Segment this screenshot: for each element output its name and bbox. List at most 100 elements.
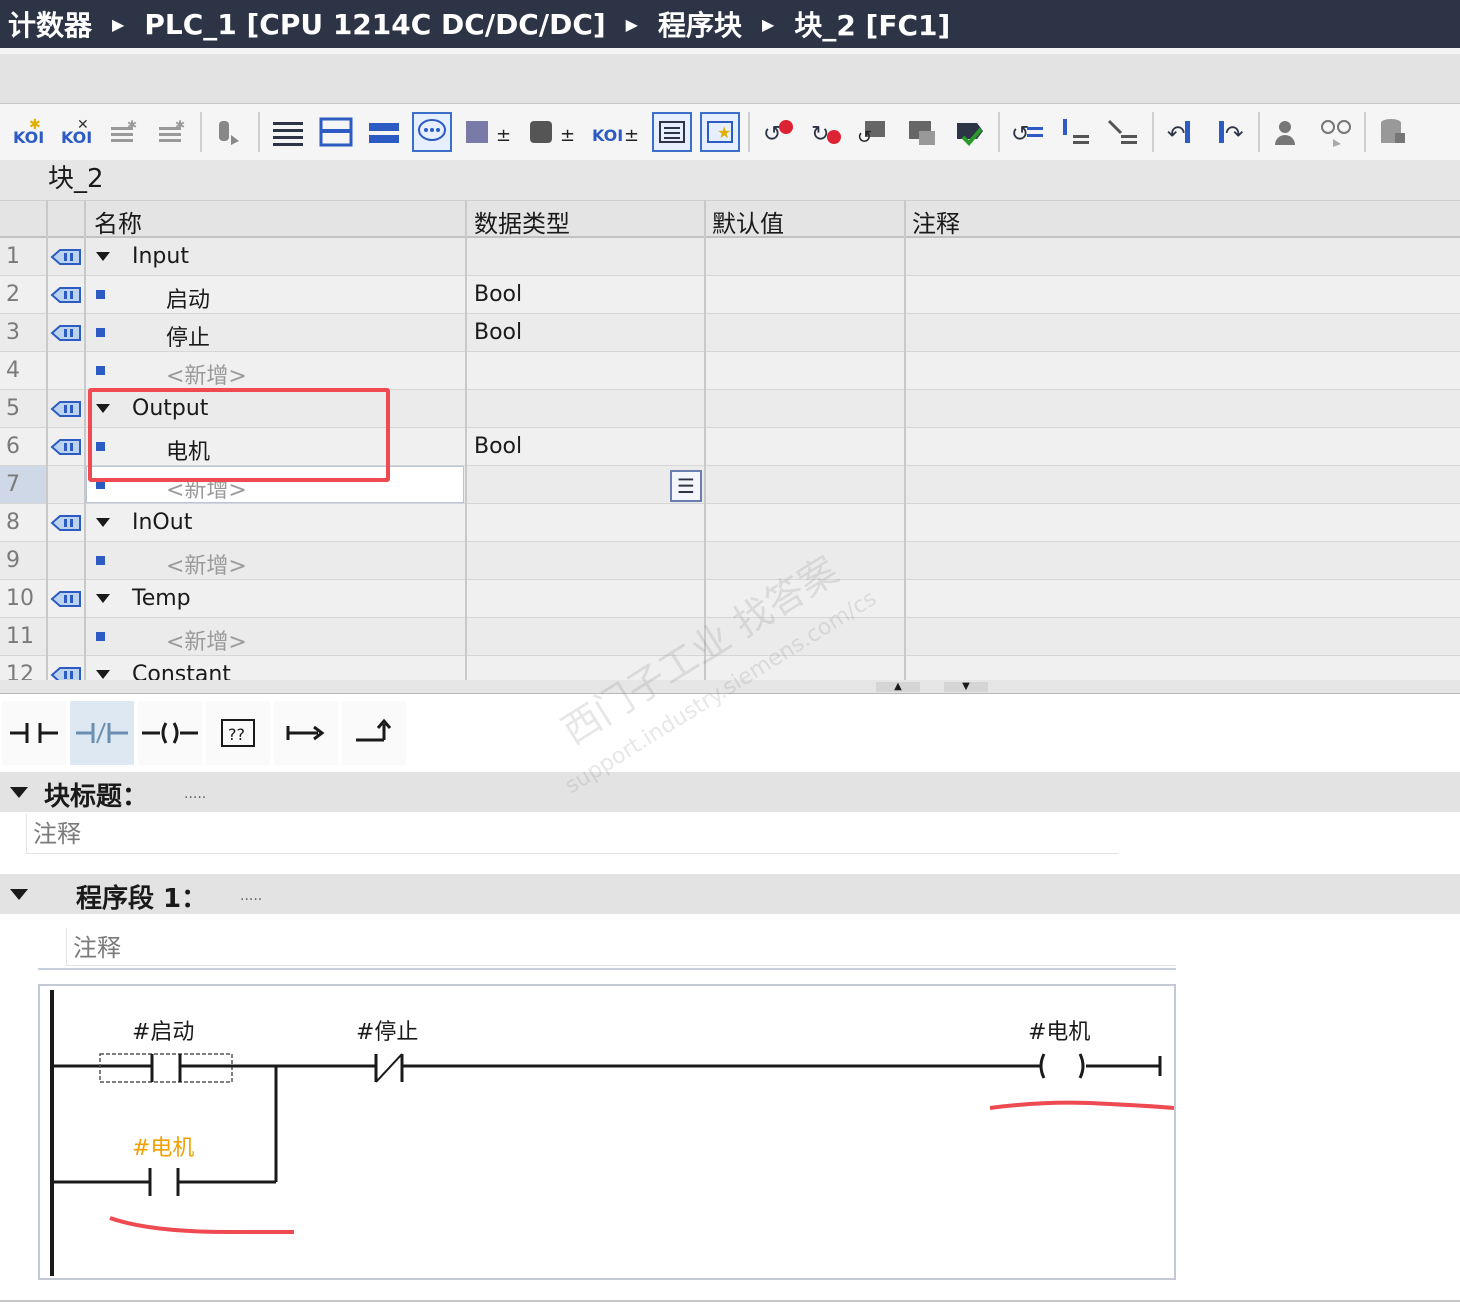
network-title-value[interactable]: ..... (240, 888, 262, 904)
goto-line-icon[interactable] (1056, 112, 1096, 152)
database-icon[interactable] (1374, 112, 1414, 152)
column-header-comment[interactable]: 注释 (912, 204, 960, 239)
toolbar-separator (258, 112, 260, 152)
column-divider (704, 200, 706, 680)
toolbar-separator (998, 112, 1000, 152)
contact-stop-label[interactable]: #停止 (356, 1014, 418, 1046)
splitter-down-button[interactable]: ▼ (944, 682, 988, 692)
open-branch-icon[interactable] (274, 701, 338, 765)
absolute-address-icon[interactable]: ± (460, 112, 516, 152)
breadcrumb-program-blocks[interactable]: 程序块 (658, 4, 742, 44)
favorites-icon[interactable]: ★ (700, 112, 740, 152)
list-icon[interactable]: ☰ (670, 470, 702, 502)
add-row-icon[interactable]: ✱ (152, 112, 192, 152)
expand-triangle-icon[interactable] (96, 518, 110, 527)
add-new-placeholder[interactable]: <新增> (166, 548, 247, 580)
toolbar-separator (1258, 112, 1260, 152)
column-header-datatype[interactable]: 数据类型 (474, 204, 570, 239)
expand-triangle-icon[interactable] (96, 670, 110, 679)
insert-row-icon[interactable]: ✱ (104, 112, 144, 152)
first-network-icon[interactable]: ↶ (1162, 112, 1202, 152)
breadcrumb-project[interactable]: 计数器 (8, 4, 92, 44)
coil-icon[interactable] (138, 701, 202, 765)
svg-text:↶: ↶ (1167, 122, 1185, 147)
block-comment[interactable]: 注释 (26, 814, 1118, 854)
nc-contact-icon[interactable] (70, 701, 134, 765)
clear-all-icon[interactable]: ↻ (806, 112, 846, 152)
close-branch-icon[interactable] (342, 701, 406, 765)
svg-text:±: ± (624, 125, 639, 146)
parameter-name[interactable]: InOut (132, 510, 192, 535)
last-network-icon[interactable]: ↷ (1210, 112, 1250, 152)
parameter-port-icon (50, 591, 81, 607)
expand-triangle-icon[interactable] (96, 252, 110, 261)
contact-start-label[interactable]: #启动 (132, 1014, 194, 1046)
users-icon[interactable] (1268, 112, 1308, 152)
column-header-default[interactable]: 默认值 (712, 204, 784, 239)
collapse-triangle-icon[interactable] (10, 787, 28, 798)
svg-text:↻: ↻ (811, 122, 829, 147)
parameter-name[interactable]: 停止 (166, 320, 210, 352)
svg-text:±: ± (560, 125, 575, 146)
coil-motor-label[interactable]: #电机 (1028, 1014, 1090, 1046)
symbol-info-icon[interactable]: ± (524, 112, 580, 152)
clear-breakpoint-icon[interactable]: ↺ (758, 112, 798, 152)
monitor-all-icon[interactable] (902, 112, 942, 152)
comments-icon[interactable] (412, 112, 452, 152)
close-networks-icon[interactable] (364, 112, 404, 152)
collapse-all-icon[interactable] (268, 112, 308, 152)
toolbar-separator (748, 112, 750, 152)
splitter-up-button[interactable]: ▲ (876, 682, 920, 692)
table-row[interactable]: 2 启动 Bool (0, 276, 1460, 314)
trace-icon[interactable] (1104, 112, 1144, 152)
table-row[interactable]: 9 <新增> (0, 542, 1460, 580)
breadcrumb-block[interactable]: 块_2 [FC1] (794, 4, 950, 44)
empty-box-icon[interactable]: ?? (206, 701, 270, 765)
go-to-icon[interactable] (210, 112, 250, 152)
table-row[interactable]: 3 停止 Bool (0, 314, 1460, 352)
parameter-datatype[interactable]: Bool (474, 434, 522, 459)
step-into-icon[interactable]: ↺ (1008, 112, 1048, 152)
glasses-icon[interactable] (1316, 112, 1356, 152)
block-title-header[interactable]: 块标题： ..... (0, 772, 1460, 812)
row-number: 6 (6, 434, 20, 459)
parameter-name[interactable]: 启动 (166, 282, 210, 314)
block-title-value[interactable]: ..... (184, 786, 206, 802)
add-new-placeholder[interactable]: <新增> (166, 358, 247, 390)
network-header[interactable]: 程序段 1： ..... (0, 874, 1460, 914)
svg-text:★: ★ (717, 123, 731, 142)
column-header-name[interactable]: 名称 (94, 204, 142, 239)
table-row[interactable]: 1 Input (0, 238, 1460, 276)
parameter-name[interactable]: Constant (132, 662, 231, 680)
network-comment[interactable]: 注释 (66, 928, 1176, 966)
row-number: 8 (6, 510, 20, 535)
table-row[interactable]: 8 InOut (0, 504, 1460, 542)
parameter-name[interactable]: Temp (132, 586, 191, 611)
monitor-icon[interactable]: ↺ (854, 112, 894, 152)
editor-toolbar: KOI ✱ KOI ✕ ✱ ✱ ± ± KOI ± ★ ↺ ↻ ↺ ↺ ↶ ↷ (0, 104, 1460, 160)
list-icon[interactable] (652, 112, 692, 152)
row-number: 4 (6, 358, 20, 383)
delete-network-icon[interactable]: KOI ✕ (56, 112, 96, 152)
chevron-right-icon: ▶ (625, 14, 638, 34)
breadcrumb-plc[interactable]: PLC_1 [CPU 1214C DC/DC/DC] (144, 8, 605, 41)
toolbar-separator (200, 112, 202, 152)
contact-motor-label[interactable]: #电机 (132, 1130, 194, 1162)
row-number: 1 (6, 244, 20, 269)
parameter-datatype[interactable]: Bool (474, 320, 522, 345)
editor-header-bar (0, 48, 1460, 104)
insert-network-icon[interactable]: KOI ✱ (8, 112, 48, 152)
ladder-network[interactable]: #启动 #停止 #电机 #电机 (38, 984, 1176, 1280)
bullet-icon (96, 290, 105, 299)
parameter-name[interactable]: Input (132, 244, 189, 269)
tag-info-icon[interactable]: KOI ± (588, 112, 644, 152)
no-contact-icon[interactable] (2, 701, 66, 765)
parameter-datatype[interactable]: Bool (474, 282, 522, 307)
open-networks-icon[interactable] (316, 112, 356, 152)
collapse-triangle-icon[interactable] (10, 889, 28, 900)
table-row[interactable]: 4 <新增> (0, 352, 1460, 390)
parameter-port-icon (50, 287, 81, 303)
download-icon[interactable] (950, 112, 990, 152)
expand-triangle-icon[interactable] (96, 594, 110, 603)
add-new-placeholder[interactable]: <新增> (166, 624, 247, 656)
